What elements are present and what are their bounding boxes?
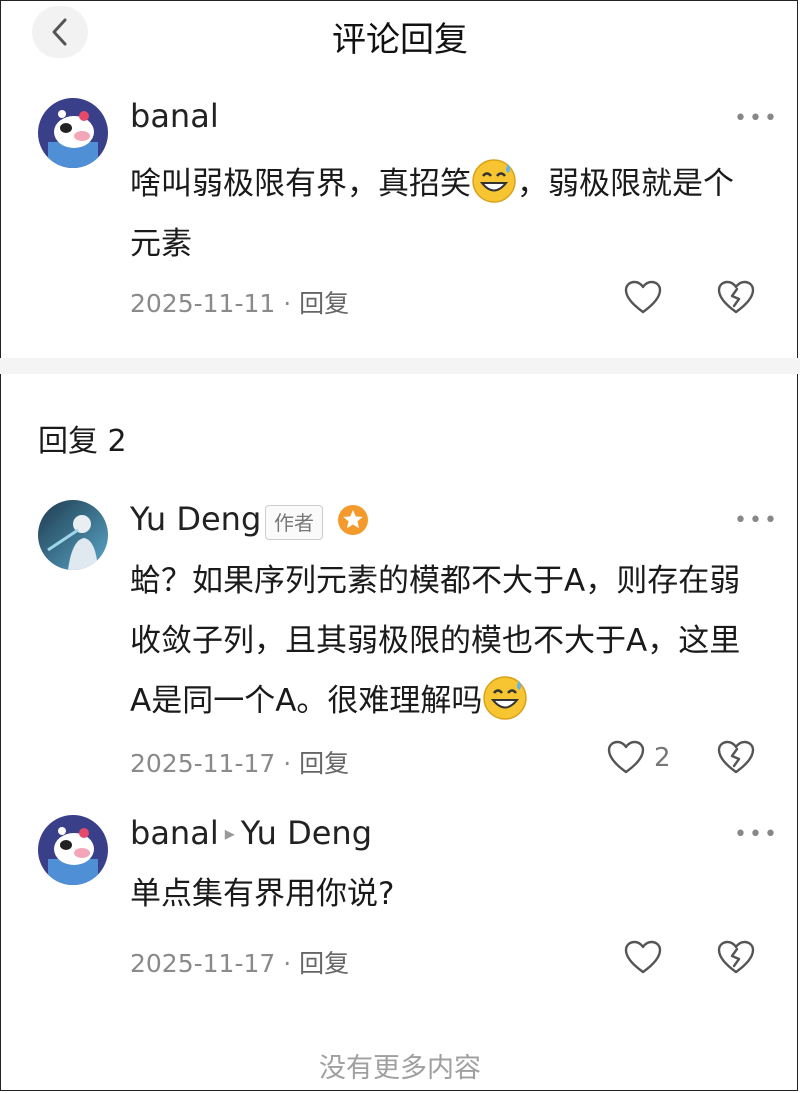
reply-button[interactable]: 回复 (299, 949, 349, 978)
comment-text-part: 啥叫弱极限有界，真招笑 (130, 166, 471, 202)
more-options-button[interactable]: ••• (734, 822, 779, 847)
heart-outline-icon[interactable] (623, 938, 663, 978)
more-options-button[interactable]: ••• (734, 106, 779, 131)
avatar[interactable] (38, 500, 108, 570)
comment-text: 啥叫弱极限有界，真招笑 ，弱极限就是个元素 (130, 154, 760, 274)
comment-date: 2025-11-11 (130, 289, 276, 318)
reply-arrow-icon: ▸ (224, 821, 235, 845)
sweat-smile-emoji (483, 676, 528, 720)
page-title: 评论回复 (332, 20, 468, 60)
reply-header: banal ▸ Yu Deng (130, 814, 372, 852)
reply-button[interactable]: 回复 (299, 289, 349, 318)
cow-avatar-icon (38, 815, 108, 885)
more-dots-icon: ••• (734, 508, 779, 533)
broken-heart-icon[interactable] (716, 738, 756, 778)
no-more-content: 没有更多内容 (319, 1053, 481, 1084)
comment-username[interactable]: banal (130, 97, 219, 135)
meta-separator: · (275, 949, 300, 978)
broken-heart-icon[interactable] (716, 938, 756, 978)
comment-text: 蛤？如果序列元素的模都不大于A，则存在弱收敛子列，且其弱极限的模也不大于A，这里… (130, 551, 760, 731)
section-divider (0, 358, 800, 374)
orange-star-badge-icon (338, 505, 368, 535)
more-options-button[interactable]: ••• (734, 508, 779, 533)
reply-to-username[interactable]: Yu Deng (241, 814, 372, 852)
comment-meta: 2025-11-17 · 回复 (130, 744, 349, 780)
comment-date: 2025-11-17 (130, 749, 276, 778)
comment-username[interactable]: Yu Deng (130, 500, 261, 538)
comment-text-part: 蛤？如果序列元素的模都不大于A，则存在弱收敛子列，且其弱极限的模也不大于A，这里… (130, 563, 741, 719)
avatar[interactable] (38, 98, 108, 168)
cow-avatar-icon (38, 98, 108, 168)
comment-meta: 2025-11-17 · 回复 (130, 944, 349, 980)
avatar[interactable] (38, 815, 108, 885)
top-bar: 评论回复 (0, 0, 800, 68)
more-dots-icon: ••• (734, 822, 779, 847)
meta-separator: · (275, 749, 300, 778)
author-tag: 作者 (265, 505, 323, 540)
heart-outline-icon[interactable] (606, 738, 646, 778)
person-avatar-icon (38, 500, 108, 570)
comment-date: 2025-11-17 (130, 949, 276, 978)
sweat-smile-emoji (472, 159, 516, 203)
reply-button[interactable]: 回复 (299, 749, 349, 778)
heart-outline-icon[interactable] (623, 278, 663, 318)
more-dots-icon: ••• (734, 106, 779, 131)
meta-separator: · (275, 289, 300, 318)
comment-meta: 2025-11-11 · 回复 (130, 284, 349, 320)
replies-header: 回复 2 (38, 424, 127, 459)
comment-text: 单点集有界用你说? (130, 876, 395, 912)
comment-username[interactable]: banal (130, 814, 219, 852)
like-count: 2 (654, 743, 671, 773)
broken-heart-icon[interactable] (716, 278, 756, 318)
